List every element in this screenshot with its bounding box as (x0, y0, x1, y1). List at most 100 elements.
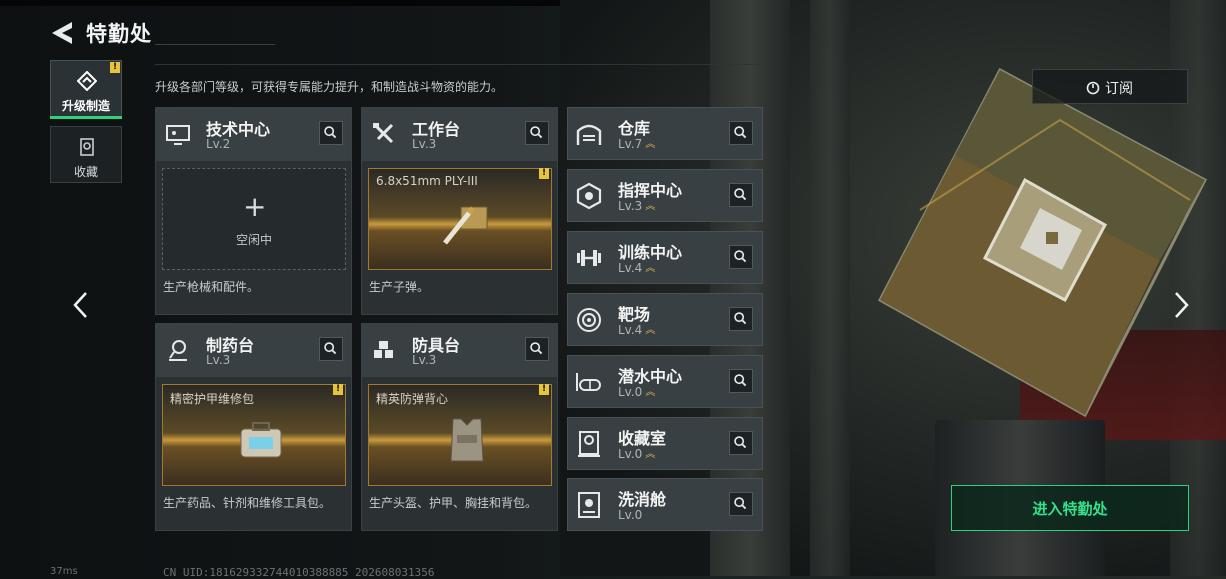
card-title: 指挥中心 (618, 181, 683, 200)
card-level: Lv.3 (206, 353, 231, 367)
search-button[interactable] (525, 337, 549, 361)
tab-label: 升级制造 (61, 99, 110, 113)
shooting-range-icon (577, 308, 601, 332)
search-button[interactable] (729, 121, 753, 145)
search-icon (324, 342, 337, 355)
production-slot[interactable]: 6.8x51mm PLY-III ! (368, 168, 552, 270)
search-button[interactable] (729, 492, 753, 516)
collection-room-icon (578, 431, 600, 457)
card-level: Lv.3 ︽ (618, 199, 656, 213)
search-icon (734, 250, 747, 263)
card-header: 防具台 Lv.3 (362, 324, 557, 377)
search-button[interactable] (319, 121, 343, 145)
alert-badge: ! (539, 168, 549, 179)
command-center-icon (576, 182, 602, 210)
enter-special-ops-button[interactable]: 进入特勤处 (951, 485, 1189, 531)
card-header: 技术中心 Lv.2 (156, 108, 351, 161)
title-divider (155, 44, 275, 45)
card-description: 生产子弹。 (369, 280, 430, 294)
alert-badge: ! (110, 62, 120, 73)
repair-kit-icon (240, 422, 282, 458)
card-level: Lv.4 ︽ (618, 323, 656, 337)
search-icon (324, 126, 337, 139)
upgrade-available-icon: ︽ (645, 324, 656, 336)
card-title: 靶场 (618, 305, 651, 324)
search-icon (530, 126, 543, 139)
card-command-center[interactable]: 指挥中心 Lv.3 ︽ (567, 169, 763, 222)
card-armor-bench[interactable]: 防具台 Lv.3 精英防弹背心 ! 生产头盔、护甲、胸挂和背包。 (361, 323, 558, 531)
card-description: 生产药品、针剂和维修工具包。 (163, 496, 332, 510)
search-button[interactable] (525, 121, 549, 145)
search-button[interactable] (729, 369, 753, 393)
card-header: 制药台 Lv.3 (156, 324, 351, 377)
card-tech-center[interactable]: 技术中心 Lv.2 + 空闲中 生产枪械和配件。 (155, 107, 352, 315)
upgrade-available-icon: ︽ (645, 138, 656, 150)
diving-center-icon (576, 373, 601, 391)
armor-bench-icon (374, 341, 393, 358)
vest-icon (450, 418, 484, 462)
search-button[interactable] (729, 431, 753, 455)
collection-icon (80, 138, 94, 156)
alert-badge: ! (539, 384, 549, 395)
workbench-icon (373, 123, 394, 144)
card-level: Lv.3 (412, 137, 437, 151)
card-title: 收藏室 (618, 429, 667, 448)
search-icon (530, 342, 543, 355)
subscribe-label: 订阅 (1105, 81, 1133, 97)
next-arrow-icon[interactable] (1170, 290, 1192, 320)
prev-arrow-icon[interactable] (70, 290, 92, 320)
card-training-center[interactable]: 训练中心 Lv.4 ︽ (567, 231, 763, 284)
upgrade-available-icon: ︽ (645, 262, 656, 274)
search-icon (734, 126, 747, 139)
production-slot[interactable]: 精英防弹背心 ! (368, 384, 552, 486)
subscribe-icon (1086, 81, 1100, 95)
search-icon (734, 188, 747, 201)
search-button[interactable] (729, 183, 753, 207)
pharmacy-icon (169, 340, 187, 361)
search-icon (734, 374, 747, 387)
slot-item-name: 6.8x51mm PLY-III (376, 174, 478, 188)
back-arrow-icon[interactable] (50, 20, 76, 46)
uid-footer: CN UID:181629332744010388885 20260803135… (163, 566, 435, 579)
card-decon-chamber[interactable]: 洗消舱 Lv.0 (567, 478, 763, 531)
slot-status: 空闲中 (235, 233, 272, 247)
upgrade-craft-icon (77, 71, 97, 91)
card-title: 训练中心 (618, 243, 683, 262)
tab-label: 收藏 (73, 165, 98, 179)
card-header: 工作台 Lv.3 (362, 108, 557, 161)
ammo-box-icon (443, 206, 488, 245)
page-title: 特勤处 (86, 22, 152, 46)
section-divider (155, 64, 761, 65)
enter-button-label: 进入特勤处 (1032, 500, 1108, 518)
tab-upgrade-craft[interactable]: 升级制造 ! (50, 60, 122, 117)
card-warehouse[interactable]: 仓库 Lv.7 ︽ (567, 107, 763, 160)
upgrade-available-icon: ︽ (645, 200, 656, 212)
card-collection-room[interactable]: 收藏室 Lv.0 ︽ (567, 417, 763, 470)
card-shooting-range[interactable]: 靶场 Lv.4 ︽ (567, 293, 763, 346)
active-tab-indicator (50, 116, 122, 119)
production-slot-empty[interactable]: + 空闲中 (162, 168, 346, 270)
search-button[interactable] (319, 337, 343, 361)
card-level: Lv.2 (206, 137, 231, 151)
card-diving-center[interactable]: 潜水中心 Lv.0 ︽ (567, 355, 763, 408)
card-workbench[interactable]: 工作台 Lv.3 6.8x51mm PLY-III ! 生产子弹。 (361, 107, 558, 315)
search-button[interactable] (729, 245, 753, 269)
card-level: Lv.4 ︽ (618, 261, 656, 275)
subscribe-button[interactable]: 订阅 (1032, 69, 1188, 104)
search-icon (734, 436, 747, 449)
card-level: Lv.0 (618, 508, 643, 522)
training-center-icon (577, 250, 601, 266)
department-cube-art (877, 67, 1208, 418)
card-pharmacy[interactable]: 制药台 Lv.3 精密护甲维修包 ! 生产药品、针剂和维修工具包。 (155, 323, 352, 531)
upgrade-available-icon: ︽ (645, 448, 656, 460)
production-slot[interactable]: 精密护甲维修包 ! (162, 384, 346, 486)
slot-item-name: 精英防弹背心 (376, 392, 449, 406)
card-description: 生产头盔、护甲、胸挂和背包。 (369, 496, 538, 510)
search-button[interactable] (729, 307, 753, 331)
search-icon (734, 497, 747, 510)
tab-collection[interactable]: 收藏 (50, 126, 122, 183)
card-title: 潜水中心 (618, 367, 683, 386)
alert-badge: ! (333, 384, 343, 395)
card-level: Lv.3 (412, 353, 437, 367)
ping-indicator: 37ms (50, 566, 78, 577)
